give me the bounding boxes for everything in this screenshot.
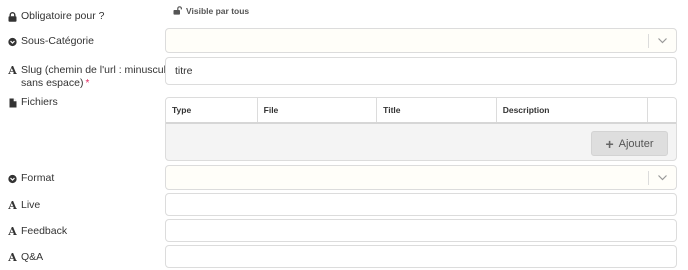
text-field-icon: A [8, 199, 17, 212]
qa-input[interactable] [165, 245, 677, 268]
obligatoire-label-row: Obligatoire pour ? [8, 10, 104, 23]
slug-input[interactable]: titre [165, 57, 677, 85]
column-header-type[interactable]: Type [166, 98, 258, 122]
select-separator [648, 34, 649, 48]
live-label-row: A Live [8, 199, 40, 212]
slug-label-row: A Slug (chemin de l'url : minuscules, sa… [8, 64, 180, 90]
feedback-label: Feedback [21, 225, 68, 237]
ajouter-button-label: Ajouter [618, 137, 654, 150]
obligatoire-label: Obligatoire pour ? [21, 10, 105, 22]
slug-label-line1: Slug (chemin de l'url : minuscules, [21, 64, 180, 76]
visibility-badge[interactable]: Visible par tous [168, 4, 254, 18]
lock-icon [8, 11, 17, 22]
format-select[interactable] [165, 165, 677, 190]
slug-label-line2: sans espace) [21, 77, 84, 89]
text-field-icon: A [8, 64, 17, 77]
fichiers-table-header: Type File Title Description [166, 98, 676, 124]
feedback-input[interactable] [165, 219, 677, 242]
qa-label: Q&A [21, 251, 44, 263]
fichiers-label: Fichiers [21, 96, 58, 108]
format-label-row: Format [8, 172, 54, 185]
column-header-file[interactable]: File [258, 98, 378, 122]
plus-icon: + [605, 135, 614, 152]
live-input[interactable] [165, 193, 677, 216]
slug-label: Slug (chemin de l'url : minuscules, sans… [21, 64, 180, 90]
ajouter-button[interactable]: + Ajouter [591, 131, 668, 156]
chevron-circle-down-icon [8, 36, 17, 47]
visibility-badge-label: Visible par tous [186, 6, 250, 16]
column-header-description[interactable]: Description [497, 98, 649, 122]
qa-label-row: A Q&A [8, 251, 43, 264]
chevron-circle-down-icon [8, 173, 17, 184]
chevron-down-icon[interactable] [657, 35, 668, 49]
feedback-label-row: A Feedback [8, 225, 67, 238]
column-header-title[interactable]: Title [377, 98, 497, 122]
select-separator [648, 171, 649, 185]
column-header-actions [648, 98, 676, 122]
unlock-icon [173, 5, 182, 17]
sous-categorie-label-row: Sous-Catégorie [8, 35, 94, 48]
chevron-down-icon[interactable] [657, 172, 668, 186]
text-field-icon: A [8, 251, 17, 264]
file-icon [8, 97, 17, 108]
text-field-icon: A [8, 225, 17, 238]
fichiers-table: Type File Title Description + Ajouter [165, 97, 677, 161]
fichiers-label-row: Fichiers [8, 96, 58, 109]
live-label: Live [21, 199, 41, 211]
required-mark: * [85, 78, 90, 89]
sous-categorie-label: Sous-Catégorie [21, 35, 94, 47]
sous-categorie-select[interactable] [165, 28, 677, 53]
format-label: Format [21, 172, 55, 184]
